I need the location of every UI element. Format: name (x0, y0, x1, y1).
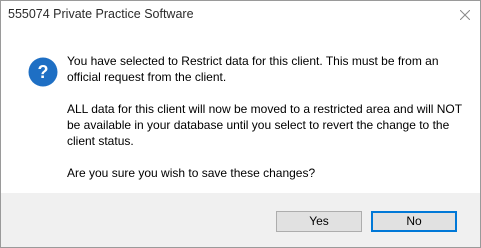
window-title: 555074 Private Practice Software (8, 7, 194, 21)
dialog-body: ? You have selected to Restrict data for… (1, 30, 480, 193)
button-bar: Yes No (1, 193, 480, 247)
close-button[interactable] (450, 1, 480, 30)
close-icon (460, 10, 470, 20)
no-button[interactable]: No (371, 211, 457, 232)
message-paragraph-3: Are you sure you wish to save these chan… (67, 166, 316, 180)
svg-text:?: ? (38, 62, 49, 82)
yes-button[interactable]: Yes (276, 211, 362, 232)
message-paragraph-1: You have selected to Restrict data for t… (67, 54, 439, 84)
message-paragraph-2: ALL data for this client will now be mov… (67, 102, 462, 148)
message-dialog: 555074 Private Practice Software ? You h… (0, 0, 481, 248)
question-icon: ? (28, 57, 58, 87)
title-bar: 555074 Private Practice Software (1, 1, 480, 30)
message-text: You have selected to Restrict data for t… (67, 53, 462, 197)
